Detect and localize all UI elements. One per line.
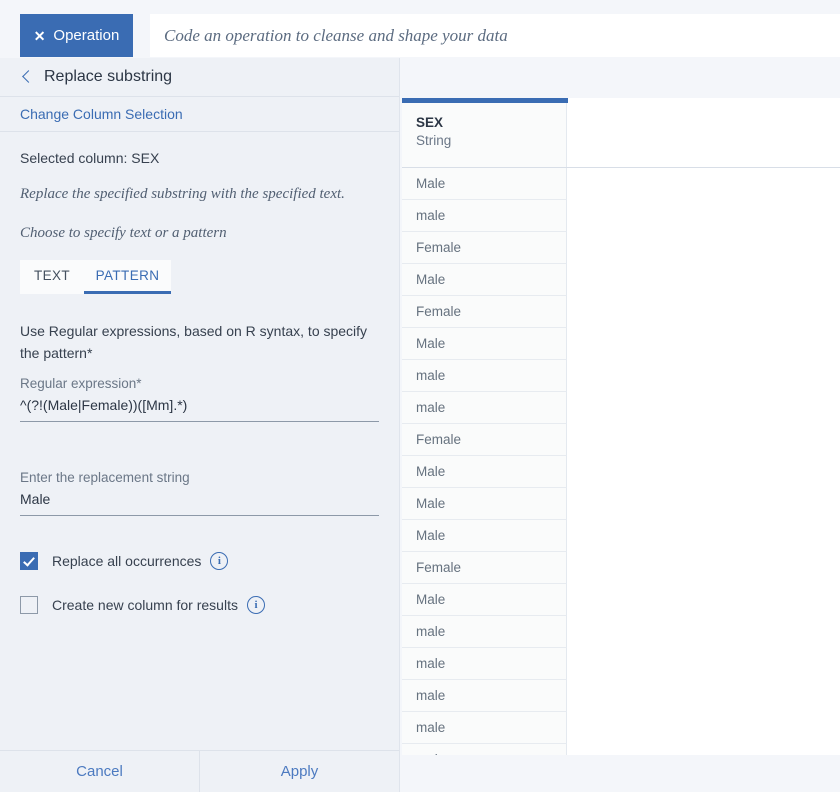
cell-sex[interactable]: male — [402, 712, 567, 744]
cell-sex[interactable]: Male — [402, 520, 567, 552]
cell-empty — [567, 616, 840, 648]
table-row[interactable]: Female — [402, 296, 840, 328]
tab-pattern[interactable]: PATTERN — [84, 260, 171, 294]
column-type: String — [416, 133, 452, 148]
table-row[interactable]: male — [402, 680, 840, 712]
table-row[interactable]: Female — [402, 424, 840, 456]
replacement-field-label: Enter the replacement string — [20, 470, 190, 485]
operation-panel: Replace substring Change Column Selectio… — [0, 58, 400, 792]
table-row[interactable]: male — [402, 200, 840, 232]
table-row[interactable]: male — [402, 712, 840, 744]
table-row[interactable]: Male — [402, 520, 840, 552]
cell-empty — [567, 232, 840, 264]
create-new-column-label: Create new column for results — [52, 597, 238, 613]
mode-tabs: TEXT PATTERN — [20, 260, 379, 294]
cell-sex[interactable]: Male — [402, 328, 567, 360]
cell-sex[interactable]: male — [402, 360, 567, 392]
tab-text[interactable]: TEXT — [20, 260, 84, 294]
cell-empty — [567, 168, 840, 200]
cell-sex[interactable]: Male — [402, 488, 567, 520]
cell-empty — [567, 584, 840, 616]
cell-empty — [567, 424, 840, 456]
cell-sex[interactable]: Female — [402, 296, 567, 328]
cancel-button[interactable]: Cancel — [0, 751, 200, 792]
operation-description: Replace the specified substring with the… — [20, 186, 345, 202]
cell-empty — [567, 200, 840, 232]
cell-sex[interactable]: Female — [402, 232, 567, 264]
cell-empty — [567, 552, 840, 584]
table-row[interactable]: Male — [402, 584, 840, 616]
operation-button[interactable]: ✕ Operation — [20, 14, 133, 57]
panel-header: Replace substring — [0, 58, 399, 97]
page-title: Replace substring — [44, 68, 173, 85]
cell-empty — [567, 488, 840, 520]
cell-empty — [567, 520, 840, 552]
panel-body: Selected column: SEX Replace the specifi… — [0, 132, 399, 614]
operation-button-label: Operation — [53, 27, 120, 44]
cell-sex[interactable]: Male — [402, 264, 567, 296]
cell-empty — [567, 680, 840, 712]
regex-field-label: Regular expression* — [20, 376, 142, 391]
cell-sex[interactable]: male — [402, 616, 567, 648]
cell-sex[interactable]: male — [402, 648, 567, 680]
cell-empty — [567, 296, 840, 328]
info-icon[interactable]: i — [210, 552, 229, 570]
column-header-sex[interactable]: SEX String — [402, 103, 567, 167]
change-column-selection-link[interactable]: Change Column Selection — [20, 106, 183, 122]
table-row[interactable]: Male — [402, 488, 840, 520]
info-icon[interactable]: i — [246, 596, 265, 614]
cell-empty — [567, 648, 840, 680]
table-row[interactable]: Female — [402, 232, 840, 264]
replace-all-occurrences-checkbox[interactable] — [20, 552, 38, 570]
cell-empty — [567, 456, 840, 488]
operation-code-input[interactable]: Code an operation to cleanse and shape y… — [150, 14, 840, 57]
chevron-left-icon[interactable] — [20, 70, 34, 84]
table-row[interactable]: Male — [402, 168, 840, 200]
replace-all-occurrences-row: Replace all occurrences i — [20, 552, 379, 570]
cell-sex[interactable]: male — [402, 744, 567, 755]
cell-sex[interactable]: male — [402, 392, 567, 424]
cell-sex[interactable]: Female — [402, 552, 567, 584]
panel-footer: Cancel Apply — [0, 750, 399, 792]
apply-button[interactable]: Apply — [200, 751, 399, 792]
table-row[interactable]: Female — [402, 552, 840, 584]
table-row[interactable]: male — [402, 744, 840, 755]
column-name: SEX — [416, 115, 444, 130]
table-row[interactable]: Male — [402, 264, 840, 296]
cell-empty — [567, 712, 840, 744]
cell-empty — [567, 392, 840, 424]
create-new-column-checkbox[interactable] — [20, 596, 38, 614]
cell-sex[interactable]: Male — [402, 168, 567, 200]
create-new-column-row: Create new column for results i — [20, 596, 379, 614]
table-row[interactable]: male — [402, 648, 840, 680]
table-row[interactable]: male — [402, 360, 840, 392]
regex-input[interactable] — [20, 397, 379, 422]
cell-sex[interactable]: Female — [402, 424, 567, 456]
data-grid: SEX String Male male Female Male Female Male m… — [402, 98, 840, 755]
table-row[interactable]: male — [402, 392, 840, 424]
operation-code-placeholder: Code an operation to cleanse and shape y… — [164, 25, 508, 45]
selected-column-label: Selected column: SEX — [20, 150, 160, 166]
table-row[interactable]: Male — [402, 328, 840, 360]
cell-sex[interactable]: male — [402, 200, 567, 232]
cell-sex[interactable]: Male — [402, 584, 567, 616]
cell-sex[interactable]: Male — [402, 456, 567, 488]
choose-mode-hint: Choose to specify text or a pattern — [20, 225, 227, 241]
grid-rows: Male male Female Male Female Male male male Fema… — [402, 168, 840, 755]
replacement-input[interactable] — [20, 491, 379, 516]
cell-empty — [567, 328, 840, 360]
top-bar: ✕ Operation Code an operation to cleanse… — [0, 0, 840, 58]
cell-empty — [567, 360, 840, 392]
close-icon[interactable]: ✕ — [34, 29, 46, 43]
table-row[interactable]: Male — [402, 456, 840, 488]
change-column-row: Change Column Selection — [0, 97, 399, 132]
cell-empty — [567, 264, 840, 296]
table-row[interactable]: male — [402, 616, 840, 648]
pattern-help-text: Use Regular expressions, based on R synt… — [20, 323, 368, 361]
replace-all-occurrences-label: Replace all occurrences — [52, 553, 202, 569]
cell-sex[interactable]: male — [402, 680, 567, 712]
cell-empty — [567, 744, 840, 755]
grid-header: SEX String — [402, 103, 840, 168]
